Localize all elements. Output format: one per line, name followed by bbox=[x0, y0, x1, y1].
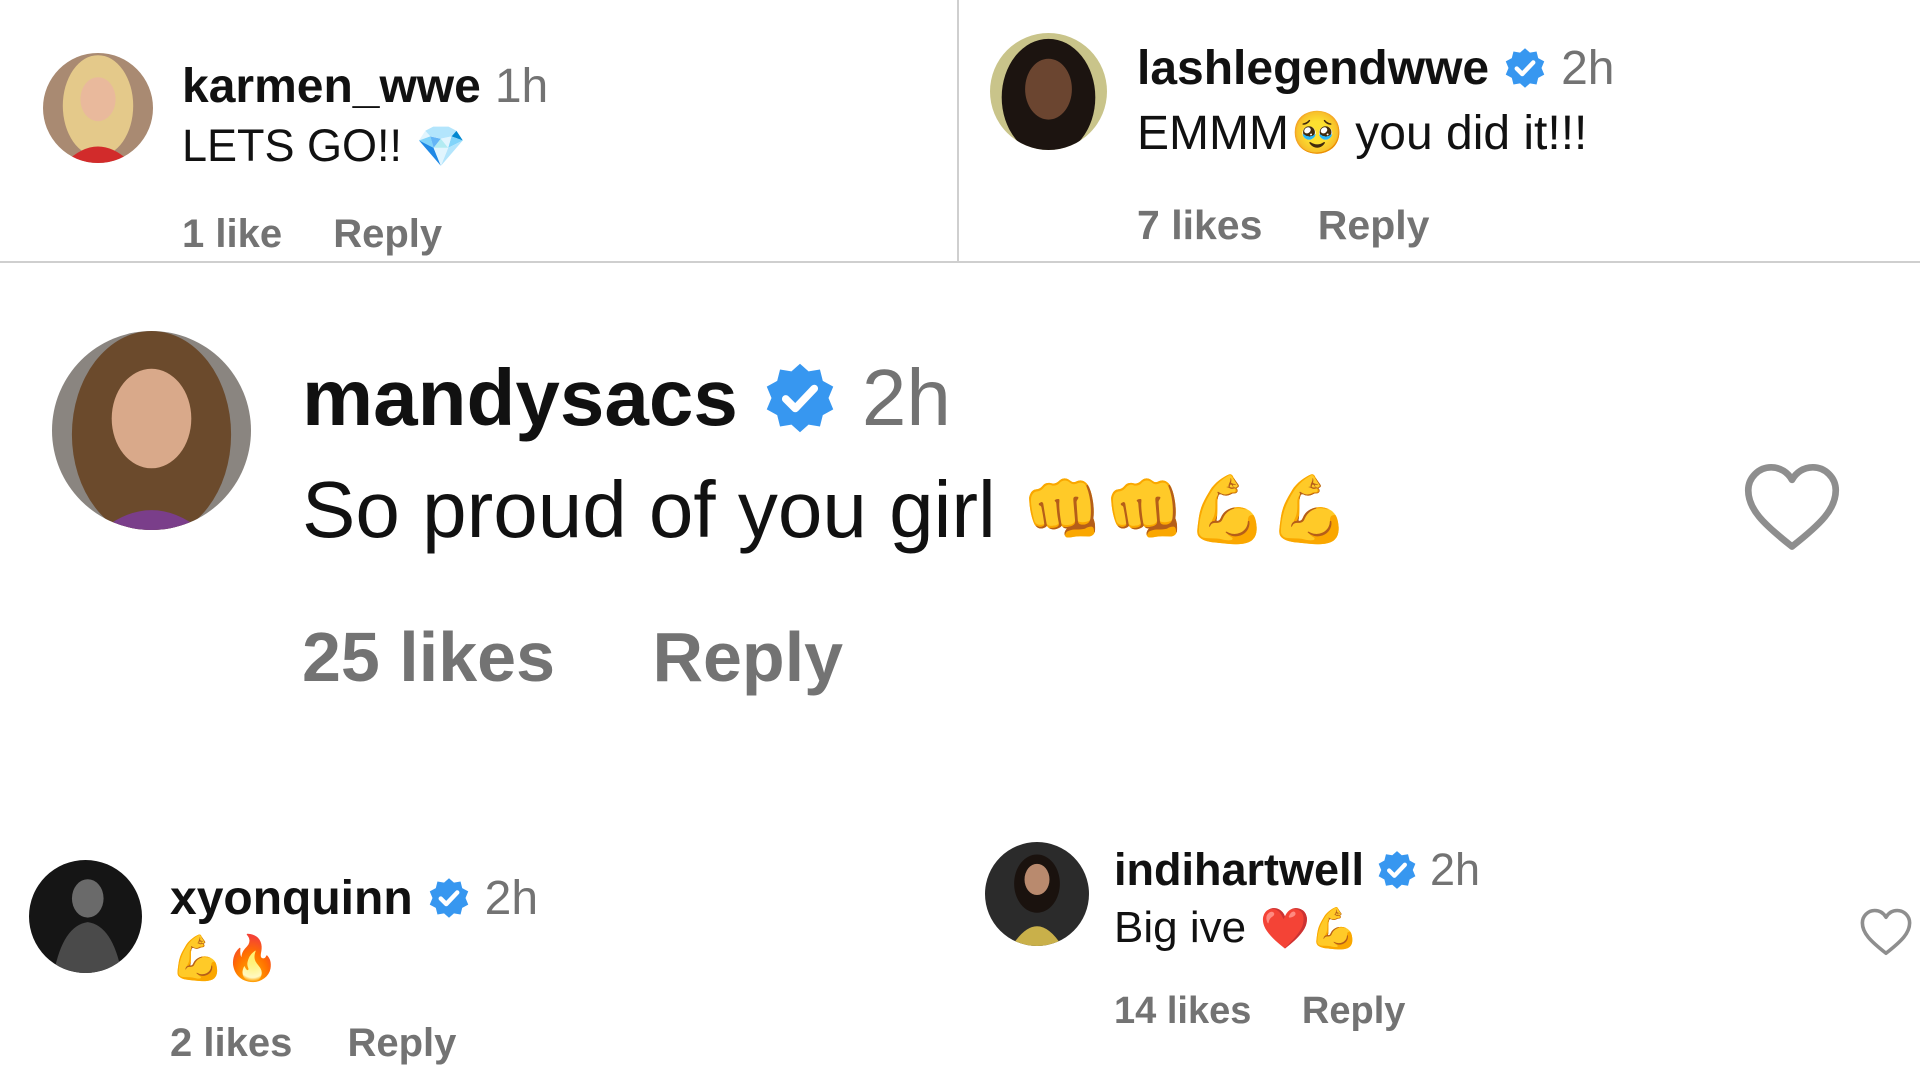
reply-button[interactable]: Reply bbox=[652, 618, 843, 696]
likes-count[interactable]: 14 likes bbox=[1114, 990, 1251, 1032]
verified-badge-icon bbox=[1505, 48, 1545, 88]
timestamp: 2h bbox=[861, 353, 951, 442]
verified-badge-icon bbox=[429, 878, 468, 918]
verified-badge-icon bbox=[766, 363, 834, 433]
comment-body: LETS GO!! 💎 bbox=[182, 118, 466, 174]
comment-text-before: EMMM bbox=[1137, 106, 1289, 160]
username-karmen[interactable]: karmen_wwe bbox=[182, 59, 481, 114]
reply-button[interactable]: Reply bbox=[333, 212, 442, 256]
timestamp: 2h bbox=[484, 871, 539, 925]
avatar-lash-image bbox=[990, 33, 1107, 150]
comment-body: Big ive ❤️💪 bbox=[1114, 900, 1360, 956]
username-lash[interactable]: lashlegendwwe bbox=[1137, 41, 1489, 96]
likes-count[interactable]: 2 likes bbox=[170, 1021, 292, 1065]
avatar-indi-image bbox=[985, 842, 1089, 946]
comment-meta: 7 likes Reply bbox=[1137, 202, 1429, 249]
likes-count[interactable]: 25 likes bbox=[302, 618, 555, 696]
fist-bump-flexed-biceps-emoji: 👊👊💪💪 bbox=[1021, 471, 1351, 548]
username-mandy[interactable]: mandysacs bbox=[302, 352, 738, 444]
comment-meta: 14 likes Reply bbox=[1114, 990, 1405, 1033]
avatar-indi[interactable] bbox=[985, 842, 1089, 946]
heart-outline-icon[interactable] bbox=[1859, 906, 1913, 960]
comment-body: So proud of you girl 👊👊💪💪 bbox=[302, 460, 1350, 560]
avatar-lash[interactable] bbox=[990, 33, 1107, 150]
comment-header: xyonquinn 2h bbox=[170, 870, 538, 926]
reply-button[interactable]: Reply bbox=[1318, 202, 1430, 248]
comment-text: Big ive bbox=[1114, 903, 1247, 952]
timestamp: 2h bbox=[1561, 41, 1615, 95]
comment-mandy: mandysacs 2h So proud of you girl 👊👊💪💪 2… bbox=[0, 263, 1920, 763]
comment-body: EMMM 🥹 you did it!!! bbox=[1137, 105, 1587, 161]
comment-meta: 2 likes Reply bbox=[170, 1021, 456, 1066]
avatar-mandy-image bbox=[52, 331, 251, 530]
comment-header: mandysacs 2h bbox=[302, 351, 951, 445]
username-indi[interactable]: indihartwell bbox=[1114, 844, 1364, 896]
comment-text: So proud of you girl bbox=[302, 465, 996, 554]
comment-meta: 1 like Reply bbox=[182, 212, 442, 257]
comment-xyon: xyonquinn 2h 💪🔥 2 likes Reply bbox=[0, 840, 957, 1080]
reply-button[interactable]: Reply bbox=[347, 1021, 456, 1065]
username-xyon[interactable]: xyonquinn bbox=[170, 871, 413, 926]
reply-button[interactable]: Reply bbox=[1302, 990, 1405, 1032]
comment-text: LETS GO!! bbox=[182, 120, 403, 171]
comment-header: karmen_wwe 1h bbox=[182, 58, 548, 114]
heart-flexed-biceps-emoji: ❤️💪 bbox=[1260, 905, 1360, 952]
heart-outline-icon[interactable] bbox=[1742, 459, 1842, 559]
verified-badge-icon bbox=[1378, 851, 1416, 889]
comment-indi: indihartwell 2h Big ive ❤️💪 14 likes Rep… bbox=[959, 820, 1920, 1080]
avatar-karmen[interactable] bbox=[43, 53, 153, 163]
comment-header: indihartwell 2h bbox=[1114, 842, 1480, 898]
timestamp: 1h bbox=[494, 59, 549, 113]
likes-count[interactable]: 1 like bbox=[182, 212, 282, 256]
timestamp: 2h bbox=[1430, 844, 1481, 895]
pleading-face-emoji: 🥹 bbox=[1290, 108, 1344, 157]
avatar-karmen-image bbox=[43, 53, 153, 163]
gem-emoji: 💎 bbox=[416, 123, 466, 170]
comment-meta: 25 likes Reply bbox=[302, 617, 843, 697]
avatar-xyon-image bbox=[29, 860, 142, 973]
avatar-xyon[interactable] bbox=[29, 860, 142, 973]
likes-count[interactable]: 7 likes bbox=[1137, 202, 1262, 248]
comment-body: 💪🔥 bbox=[170, 930, 280, 986]
comment-text: you did it!!! bbox=[1355, 106, 1588, 160]
comment-karmen: karmen_wwe 1h LETS GO!! 💎 1 like Reply bbox=[0, 0, 957, 260]
comment-header: lashlegendwwe 2h bbox=[1137, 40, 1615, 96]
flexed-biceps-fire-emoji: 💪🔥 bbox=[170, 933, 280, 984]
comment-lash: lashlegendwwe 2h EMMM 🥹 you did it!!! 7 … bbox=[959, 0, 1920, 260]
avatar-mandy[interactable] bbox=[52, 331, 251, 530]
